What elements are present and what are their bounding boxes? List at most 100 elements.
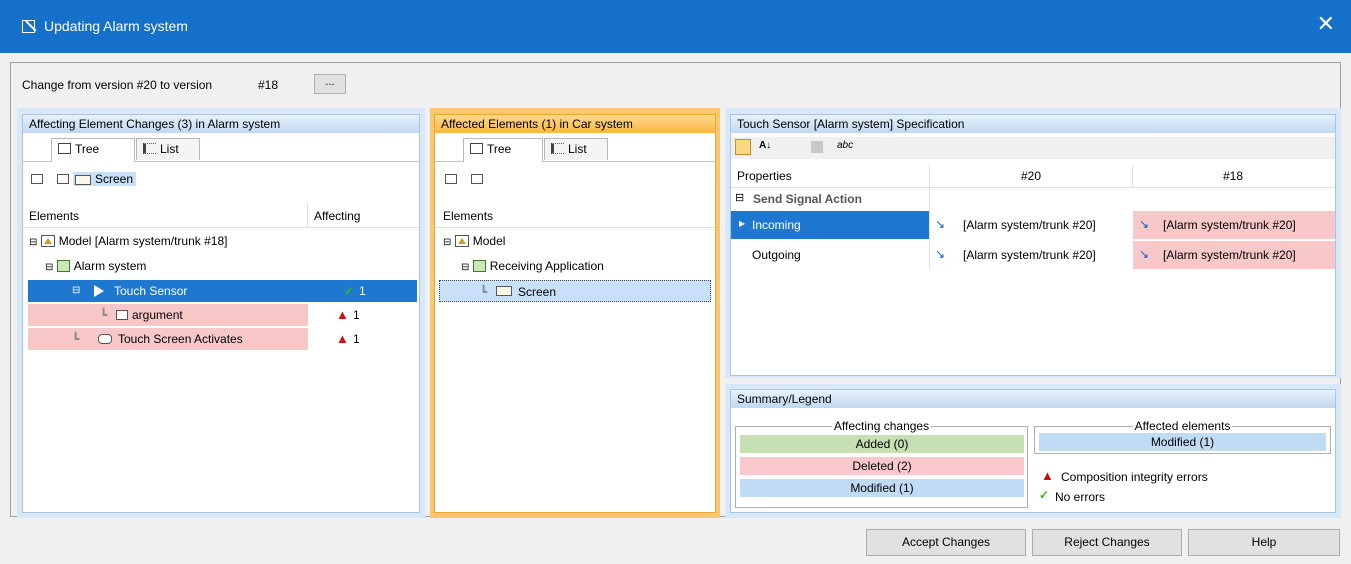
col-v18: #18 [1223, 169, 1244, 183]
close-icon[interactable]: ✕ [1317, 13, 1335, 35]
legend-deleted: Deleted (2) [740, 457, 1024, 475]
prop-v18-cell: ↘ [Alarm system/trunk #20] [1133, 211, 1335, 239]
tab-tree-label: Tree [487, 142, 512, 156]
version-value: #18 [258, 78, 279, 92]
affecting-panel-title: Affecting Element Changes (3) in Alarm s… [23, 115, 419, 133]
col-properties: Properties [737, 169, 792, 183]
affecting-changes-legend: Affecting changes Added (0) Deleted (2) … [735, 419, 1028, 508]
row-label: argument [132, 308, 183, 322]
col-affecting: Affecting [314, 209, 361, 223]
middle-tabs: Tree List [435, 135, 715, 162]
expand-all-icon[interactable] [31, 174, 43, 184]
prop-name: Incoming [752, 218, 801, 232]
flow-icon: ↘ [1139, 247, 1150, 261]
screen-icon [75, 175, 91, 185]
affecting-count: 1 [359, 284, 366, 298]
section-label: Send Signal Action [753, 192, 862, 206]
affecting-changes-panel: Affecting Element Changes (3) in Alarm s… [22, 114, 420, 513]
tree-icon [58, 143, 71, 154]
screen-icon [496, 286, 512, 296]
middle-toolbar [435, 169, 715, 191]
tab-tree[interactable]: Tree [51, 138, 135, 162]
affected-elements-panel: Affected Elements (1) in Car system Tree… [434, 114, 716, 513]
collapse-all-icon[interactable] [57, 174, 69, 184]
categorized-view-icon[interactable] [735, 139, 751, 155]
affected-legend-title: Affected elements [1132, 419, 1233, 433]
col-elements: Elements [443, 209, 494, 223]
reject-changes-button[interactable]: Reject Changes [1032, 529, 1182, 556]
legend-affected-modified: Modified (1) [1039, 433, 1326, 451]
warning-icon: ▲ [336, 307, 349, 322]
flow-icon: ↘ [1139, 217, 1150, 231]
prop-v20: [Alarm system/trunk #20] [963, 248, 1096, 262]
tab-list-label: List [568, 142, 587, 156]
pin-icon [116, 310, 128, 320]
col-v20: #20 [1021, 169, 1042, 183]
tab-list[interactable]: List [136, 138, 200, 160]
middle-column-header: Elements [435, 203, 715, 228]
row-label: Touch Sensor [114, 284, 188, 298]
tab-tree-label: Tree [75, 142, 100, 156]
tab-list-label: List [160, 142, 179, 156]
component-icon [56, 260, 70, 272]
prop-v18: [Alarm system/trunk #20] [1163, 248, 1296, 262]
col-elements: Elements [29, 209, 80, 223]
legend-modified: Modified (1) [740, 479, 1024, 497]
expand-all-icon[interactable] [445, 174, 457, 184]
warning-icon: ▲ [336, 331, 349, 346]
version-label: Change from version #20 to version [22, 78, 213, 92]
abc-icon[interactable]: abc [837, 140, 853, 151]
affecting-count: 1 [353, 308, 360, 322]
row-label: Touch Screen Activates [118, 332, 243, 346]
spec-panel-title: Touch Sensor [Alarm system] Specificatio… [731, 115, 1335, 133]
row-label: Model [472, 234, 506, 248]
legend-integrity-errors: Composition integrity errors [1061, 470, 1208, 484]
section-send-signal-action[interactable]: ⊟ Send Signal Action [731, 188, 1335, 210]
affected-elements-legend: Affected elements Modified (1) [1034, 419, 1331, 454]
prop-row-incoming[interactable]: ▶ Incoming ↘ [Alarm system/trunk #20] ↘ … [731, 211, 1335, 239]
tree-row-model[interactable]: ⊟ Model [443, 230, 643, 252]
prop-v18: [Alarm system/trunk #20] [1163, 218, 1296, 232]
prop-name: Outgoing [752, 248, 801, 262]
prop-name-cell: ▶ Incoming [731, 211, 929, 239]
affecting-legend-title: Affecting changes [831, 419, 932, 433]
specification-panel: Touch Sensor [Alarm system] Specificatio… [730, 114, 1336, 376]
tree-row-touch-sensor[interactable]: ⊟ Touch Sensor ✓ 1 [28, 280, 417, 302]
tree-row-model[interactable]: ⊟ Model [Alarm system/trunk #18] [29, 230, 309, 252]
dialog-icon [22, 20, 35, 33]
legend-panel: Summary/Legend Affecting changes Added (… [730, 389, 1336, 513]
legend-added: Added (0) [740, 435, 1024, 453]
model-icon [40, 235, 55, 247]
tree-row-receiving-application[interactable]: ⊟ Receiving Application [461, 255, 681, 277]
tree-row-screen[interactable]: ┗ Screen [439, 280, 711, 302]
tab-list[interactable]: List [544, 138, 608, 160]
tree-row-touch-screen-activates[interactable]: ┗ Touch Screen Activates [28, 328, 308, 350]
filter-icon[interactable] [811, 141, 823, 153]
accept-changes-button[interactable]: Accept Changes [866, 529, 1026, 556]
filter-chip[interactable]: Screen [73, 172, 137, 186]
model-icon [454, 235, 469, 247]
flow-icon: ↘ [935, 217, 946, 231]
tree-row-argument[interactable]: ┗ argument [28, 304, 308, 326]
prop-v20: [Alarm system/trunk #20] [963, 218, 1096, 232]
affected-panel-title: Affected Elements (1) in Car system [435, 115, 715, 133]
tab-tree[interactable]: Tree [463, 138, 543, 162]
row-label: Screen [518, 285, 557, 299]
collapse-all-icon[interactable] [471, 174, 483, 184]
legend-title: Summary/Legend [731, 390, 1335, 408]
browse-version-button[interactable]: ... [314, 74, 346, 94]
activity-icon [98, 334, 112, 344]
legend-no-errors: No errors [1055, 490, 1106, 504]
left-column-header: Elements Affecting [23, 203, 419, 228]
title-bar: Updating Alarm system ✕ [0, 0, 1351, 53]
sort-alpha-icon[interactable]: A↓ [759, 140, 771, 151]
affecting-count: 1 [353, 332, 360, 346]
prop-row-outgoing[interactable]: Outgoing ↘ [Alarm system/trunk #20] ↘ [A… [731, 241, 1335, 269]
tree-row-alarm-system[interactable]: ⊟ Alarm system [45, 255, 305, 277]
help-button[interactable]: Help [1188, 529, 1340, 556]
no-errors-check-icon: ✓ [1039, 488, 1050, 502]
row-label: Alarm system [73, 259, 147, 273]
row-label: Model [Alarm system/trunk #18] [58, 234, 228, 248]
list-icon [143, 143, 156, 154]
component-icon [472, 260, 486, 272]
